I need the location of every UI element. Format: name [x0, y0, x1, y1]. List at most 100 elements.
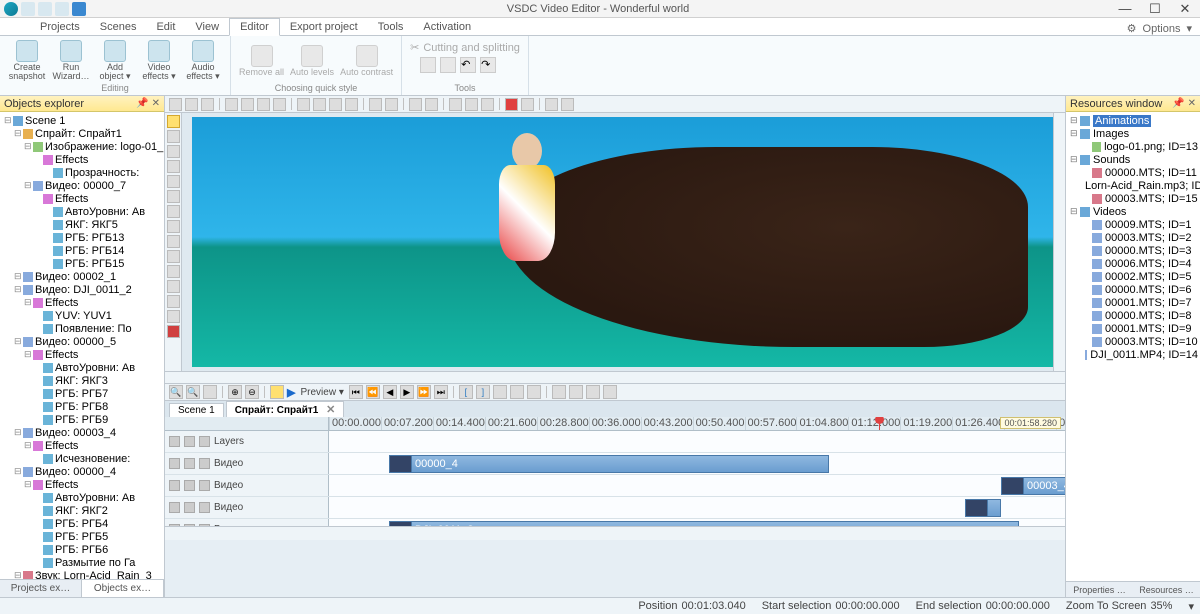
- tool-undo-icon[interactable]: ↶: [460, 57, 476, 73]
- lock-icon[interactable]: [199, 458, 210, 469]
- order-icon[interactable]: [313, 98, 326, 111]
- skip-end-icon[interactable]: ⏭: [434, 385, 448, 399]
- misc-icon[interactable]: [561, 98, 574, 111]
- resource-node[interactable]: 00001.MTS; ID=9: [1068, 322, 1198, 335]
- group-icon[interactable]: [369, 98, 382, 111]
- resource-node[interactable]: 00001.MTS; ID=7: [1068, 296, 1198, 309]
- tool-icon[interactable]: [167, 130, 180, 143]
- order-icon[interactable]: [297, 98, 310, 111]
- visibility-icon[interactable]: [169, 458, 180, 469]
- resource-node[interactable]: 00009.MTS; ID=1: [1068, 218, 1198, 231]
- menu-tab-scenes[interactable]: Scenes: [90, 19, 147, 35]
- minimize-button[interactable]: —: [1110, 1, 1140, 17]
- audio-icon[interactable]: [184, 436, 195, 447]
- skip-start-icon[interactable]: ⏮: [349, 385, 363, 399]
- paste-icon[interactable]: [201, 98, 214, 111]
- tree-node[interactable]: Появление: По: [0, 322, 164, 335]
- resources-tree[interactable]: ⊟Animations⊟Imageslogo-01.png; ID=13⊟Sou…: [1066, 112, 1200, 581]
- explorer-tab[interactable]: Objects ex…: [82, 580, 164, 597]
- tree-node[interactable]: Effects: [0, 153, 164, 166]
- tree-node[interactable]: ⊟Звук: Lorn-Acid_Rain_3: [0, 569, 164, 579]
- resource-node[interactable]: 00002.MTS; ID=5: [1068, 270, 1198, 283]
- ribbon-audio[interactable]: Audioeffects ▾: [184, 38, 222, 83]
- resource-node[interactable]: logo-01.png; ID=13: [1068, 140, 1198, 153]
- tree-node[interactable]: РГБ: РГБ5: [0, 530, 164, 543]
- ribbon-collapse-icon[interactable]: ▾: [1186, 22, 1192, 35]
- copy-icon[interactable]: [185, 98, 198, 111]
- tool-icon[interactable]: [167, 235, 180, 248]
- timeline-clip[interactable]: DJI_0011_2: [389, 521, 1019, 527]
- tool-icon[interactable]: [167, 145, 180, 158]
- align-icon[interactable]: [241, 98, 254, 111]
- tree-node[interactable]: РГБ: РГБ6: [0, 543, 164, 556]
- tool-icon[interactable]: [167, 160, 180, 173]
- tool-icon[interactable]: [167, 205, 180, 218]
- tree-node[interactable]: РГБ: РГБ14: [0, 244, 164, 257]
- next-frame-icon[interactable]: ▶: [400, 385, 414, 399]
- visibility-icon[interactable]: [169, 480, 180, 491]
- tool-icon[interactable]: [167, 190, 180, 203]
- misc-icon[interactable]: [449, 98, 462, 111]
- tree-node[interactable]: ⊟Видео: 00000_7: [0, 179, 164, 192]
- close-button[interactable]: ✕: [1170, 1, 1200, 17]
- resource-node[interactable]: 00003.MTS; ID=2: [1068, 231, 1198, 244]
- tree-node[interactable]: ⊟Scene 1: [0, 114, 164, 127]
- align-icon[interactable]: [257, 98, 270, 111]
- tree-node[interactable]: Исчезновение:: [0, 452, 164, 465]
- qat-play-icon[interactable]: [72, 2, 86, 16]
- timeline-clip[interactable]: 00003_4: [1001, 477, 1065, 495]
- explorer-tab[interactable]: Projects ex…: [0, 580, 82, 597]
- preview-canvas[interactable]: [182, 113, 1053, 371]
- tree-node[interactable]: РГБ: РГБ7: [0, 387, 164, 400]
- menu-tab-projects[interactable]: Projects: [30, 19, 90, 35]
- tree-node[interactable]: Effects: [0, 192, 164, 205]
- resource-node[interactable]: 00003.MTS; ID=15: [1068, 192, 1198, 205]
- zoom-in-icon[interactable]: 🔍: [186, 385, 200, 399]
- tree-node[interactable]: ⊟Видео: DJI_0011_2: [0, 283, 164, 296]
- timeline-track[interactable]: Видео00003_4: [165, 475, 1065, 497]
- menu-tab-edit[interactable]: Edit: [146, 19, 185, 35]
- resource-node[interactable]: 00000.MTS; ID=3: [1068, 244, 1198, 257]
- align-icon[interactable]: [273, 98, 286, 111]
- audio-icon[interactable]: [184, 480, 195, 491]
- resource-node[interactable]: ⊟Animations: [1068, 114, 1198, 127]
- order-icon[interactable]: [329, 98, 342, 111]
- timeline-ruler[interactable]: 00:00.00000:07.20000:14.40000:21.60000:2…: [165, 417, 1065, 431]
- marker-icon[interactable]: ⊖: [245, 385, 259, 399]
- tree-node[interactable]: ⊟Effects: [0, 348, 164, 361]
- tree-node[interactable]: РГБ: РГБ13: [0, 231, 164, 244]
- tree-node[interactable]: Размытие по Га: [0, 556, 164, 569]
- qat-save-icon[interactable]: [55, 2, 69, 16]
- resource-node[interactable]: DJI_0011.MP4; ID=14: [1068, 348, 1198, 361]
- qat-new-icon[interactable]: [21, 2, 35, 16]
- zoom-fit-icon[interactable]: [203, 385, 217, 399]
- mark-in-icon[interactable]: [: [459, 385, 473, 399]
- zoom-dropdown-icon[interactable]: ▾: [1188, 600, 1194, 613]
- tree-node[interactable]: РГБ: РГБ9: [0, 413, 164, 426]
- tree-node[interactable]: ⊟Effects: [0, 478, 164, 491]
- prev-frame-icon[interactable]: ◀: [383, 385, 397, 399]
- split-icon[interactable]: [493, 385, 507, 399]
- resource-node[interactable]: 00006.MTS; ID=4: [1068, 257, 1198, 270]
- tree-node[interactable]: ЯКГ: ЯКГ3: [0, 374, 164, 387]
- tree-node[interactable]: ⊟Видео: 00002_1: [0, 270, 164, 283]
- timeline-scrollbar[interactable]: [165, 527, 1065, 540]
- misc-icon[interactable]: [465, 98, 478, 111]
- tree-node[interactable]: ⊟Видео: 00003_4: [0, 426, 164, 439]
- track-icon[interactable]: [569, 385, 583, 399]
- tree-node[interactable]: ЯКГ: ЯКГ2: [0, 504, 164, 517]
- tree-node[interactable]: РГБ: РГБ4: [0, 517, 164, 530]
- record-icon[interactable]: [505, 98, 518, 111]
- tree-node[interactable]: Прозрачность:: [0, 166, 164, 179]
- audio-icon[interactable]: [184, 524, 195, 527]
- horizontal-scrollbar[interactable]: [165, 371, 1065, 383]
- vertical-scrollbar[interactable]: [1053, 113, 1065, 371]
- misc-icon[interactable]: [545, 98, 558, 111]
- visibility-icon[interactable]: [169, 436, 180, 447]
- zoom-out-icon[interactable]: 🔍: [169, 385, 183, 399]
- forward-icon[interactable]: ⏩: [417, 385, 431, 399]
- link-icon[interactable]: [510, 385, 524, 399]
- tree-node[interactable]: ⊟Спрайт: Спрайт1: [0, 127, 164, 140]
- tool-redo-icon[interactable]: ↷: [480, 57, 496, 73]
- track-icon[interactable]: [586, 385, 600, 399]
